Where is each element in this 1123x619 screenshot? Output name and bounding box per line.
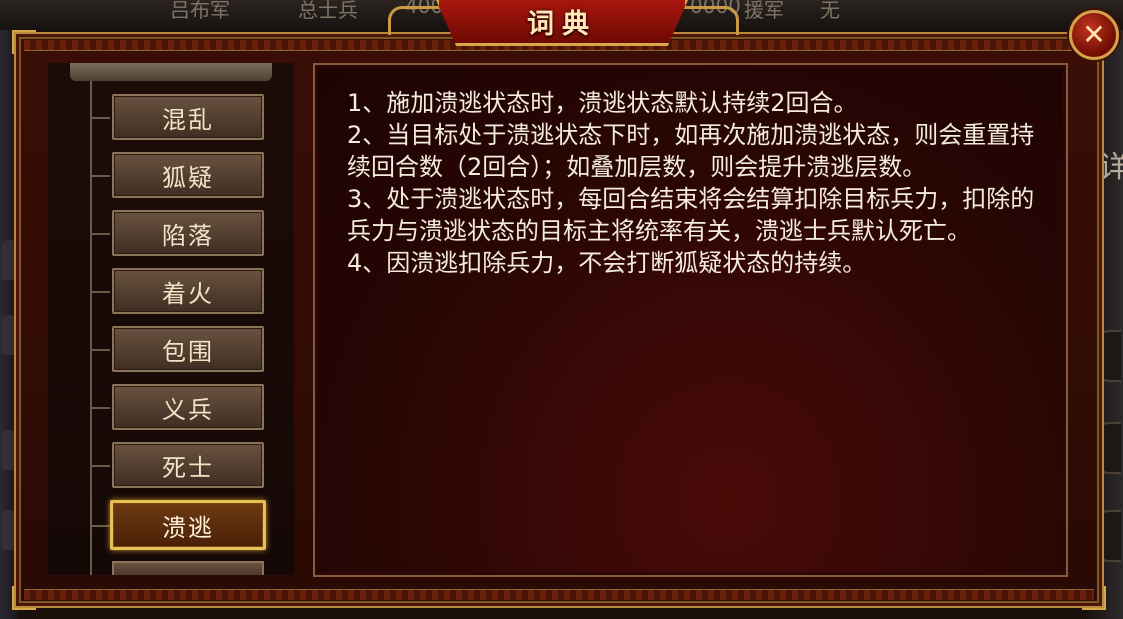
- description-line-4: 4、因溃逃扣除兵力，不会打断狐疑状态的持续。: [347, 249, 867, 277]
- close-button[interactable]: ✕: [1069, 10, 1119, 60]
- bg-reinforce-value: 无: [820, 0, 840, 22]
- list-item-next-partial[interactable]: [112, 561, 264, 575]
- list-item-yibing[interactable]: 义兵: [112, 384, 264, 430]
- description-line-2: 2、当目标处于溃逃状态下时，如再次施加溃逃状态，则会重置持续回合数（2回合）；如…: [347, 121, 1035, 181]
- list-item-kuitao-selected[interactable]: 溃逃: [110, 500, 266, 550]
- description-line-3: 3、处于溃逃状态时，每回合结束将会结算扣除目标兵力，扣除的兵力与溃逃状态的目标主…: [347, 185, 1035, 245]
- description-line-1: 1、施加溃逃状态时，溃逃状态默认持续2回合。: [347, 89, 858, 117]
- title-ornament-right: [676, 6, 739, 35]
- bg-reinforce-label: 援军: [744, 0, 784, 22]
- tree-branch: [90, 117, 110, 119]
- frame-corner: [1082, 586, 1106, 610]
- frame-corner: [12, 30, 36, 54]
- frame-pattern-bottom: [24, 589, 1094, 600]
- list-item-sishi[interactable]: 死士: [112, 442, 264, 488]
- tree-branch: [90, 233, 110, 235]
- bg-army-name: 吕布军: [170, 0, 230, 22]
- list-item-baowei[interactable]: 包围: [112, 326, 264, 372]
- close-icon: ✕: [1082, 18, 1106, 51]
- description-text: 1、施加溃逃状态时，溃逃状态默认持续2回合。 2、当目标处于溃逃状态下时，如再次…: [347, 87, 1047, 279]
- title-plaque: 词典: [436, 0, 688, 46]
- list-item-xianluo[interactable]: 陷落: [112, 210, 264, 256]
- term-list-panel[interactable]: 混乱 狐疑 陷落 着火 包围 义兵 死士 溃逃: [48, 63, 294, 575]
- bg-soldiers-label: 总士兵: [298, 0, 358, 22]
- frame-corner: [12, 586, 36, 610]
- tree-branch: [90, 465, 110, 467]
- tree-line: [90, 81, 92, 575]
- list-item-hunluan[interactable]: 混乱: [112, 94, 264, 140]
- dialog-title: 词典: [527, 9, 597, 40]
- tree-branch: [90, 349, 110, 351]
- tree-branch: [90, 407, 110, 409]
- tree-branch: [90, 175, 110, 177]
- list-item-zhaohuo[interactable]: 着火: [112, 268, 264, 314]
- tree-branch: [90, 291, 110, 293]
- list-scroll-cap: [70, 63, 272, 81]
- description-panel: 1、施加溃逃状态时，溃逃状态默认持续2回合。 2、当目标处于溃逃状态下时，如再次…: [313, 63, 1068, 577]
- tree-branch: [90, 525, 110, 527]
- list-item-huyi[interactable]: 狐疑: [112, 152, 264, 198]
